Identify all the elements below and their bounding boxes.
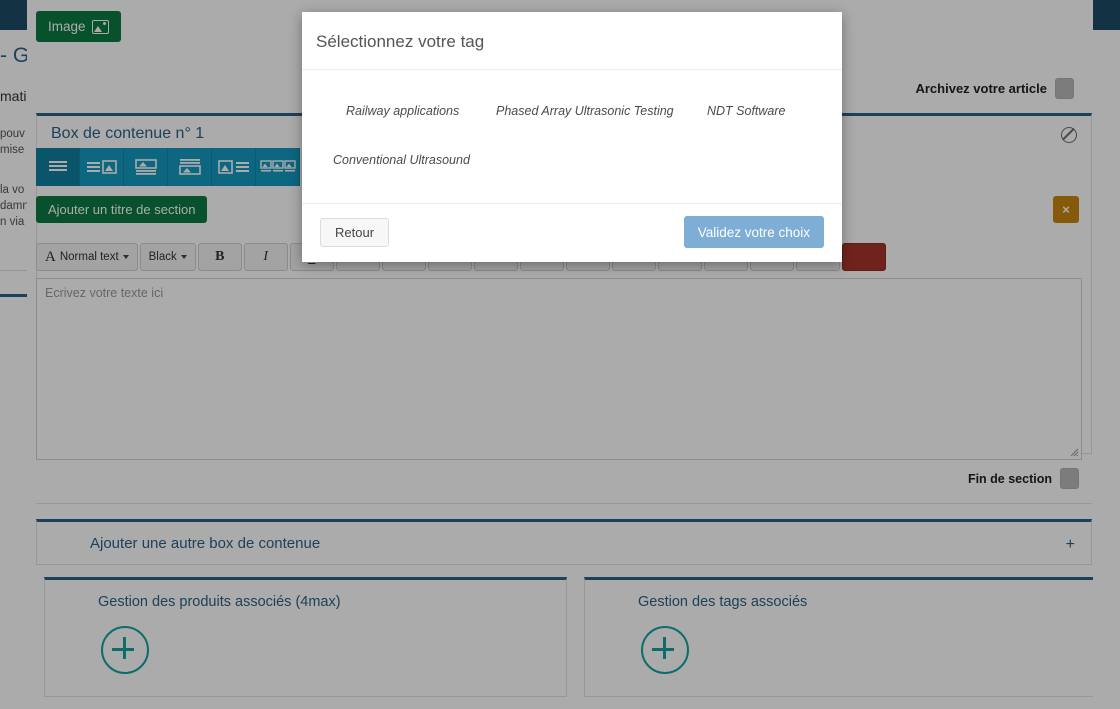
tag-option-conventional-ultrasound[interactable]: Conventional Ultrasound (333, 153, 470, 167)
tag-option-railway-applications[interactable]: Railway applications (346, 104, 459, 118)
select-tag-modal: Sélectionnez votre tag Railway applicati… (302, 12, 842, 262)
back-button[interactable]: Retour (320, 218, 390, 247)
tag-option-ndt-software[interactable]: NDT Software (707, 104, 786, 118)
modal-title: Sélectionnez votre tag (316, 32, 485, 51)
modal-footer: Retour Validez votre choix (302, 203, 842, 262)
validate-choice-button[interactable]: Validez votre choix (683, 216, 824, 248)
modal-header: Sélectionnez votre tag (302, 12, 842, 70)
tag-option-phased-array-ultrasonic-testing[interactable]: Phased Array Ultrasonic Testing (496, 104, 674, 118)
modal-body: Railway applications Phased Array Ultras… (302, 70, 842, 216)
